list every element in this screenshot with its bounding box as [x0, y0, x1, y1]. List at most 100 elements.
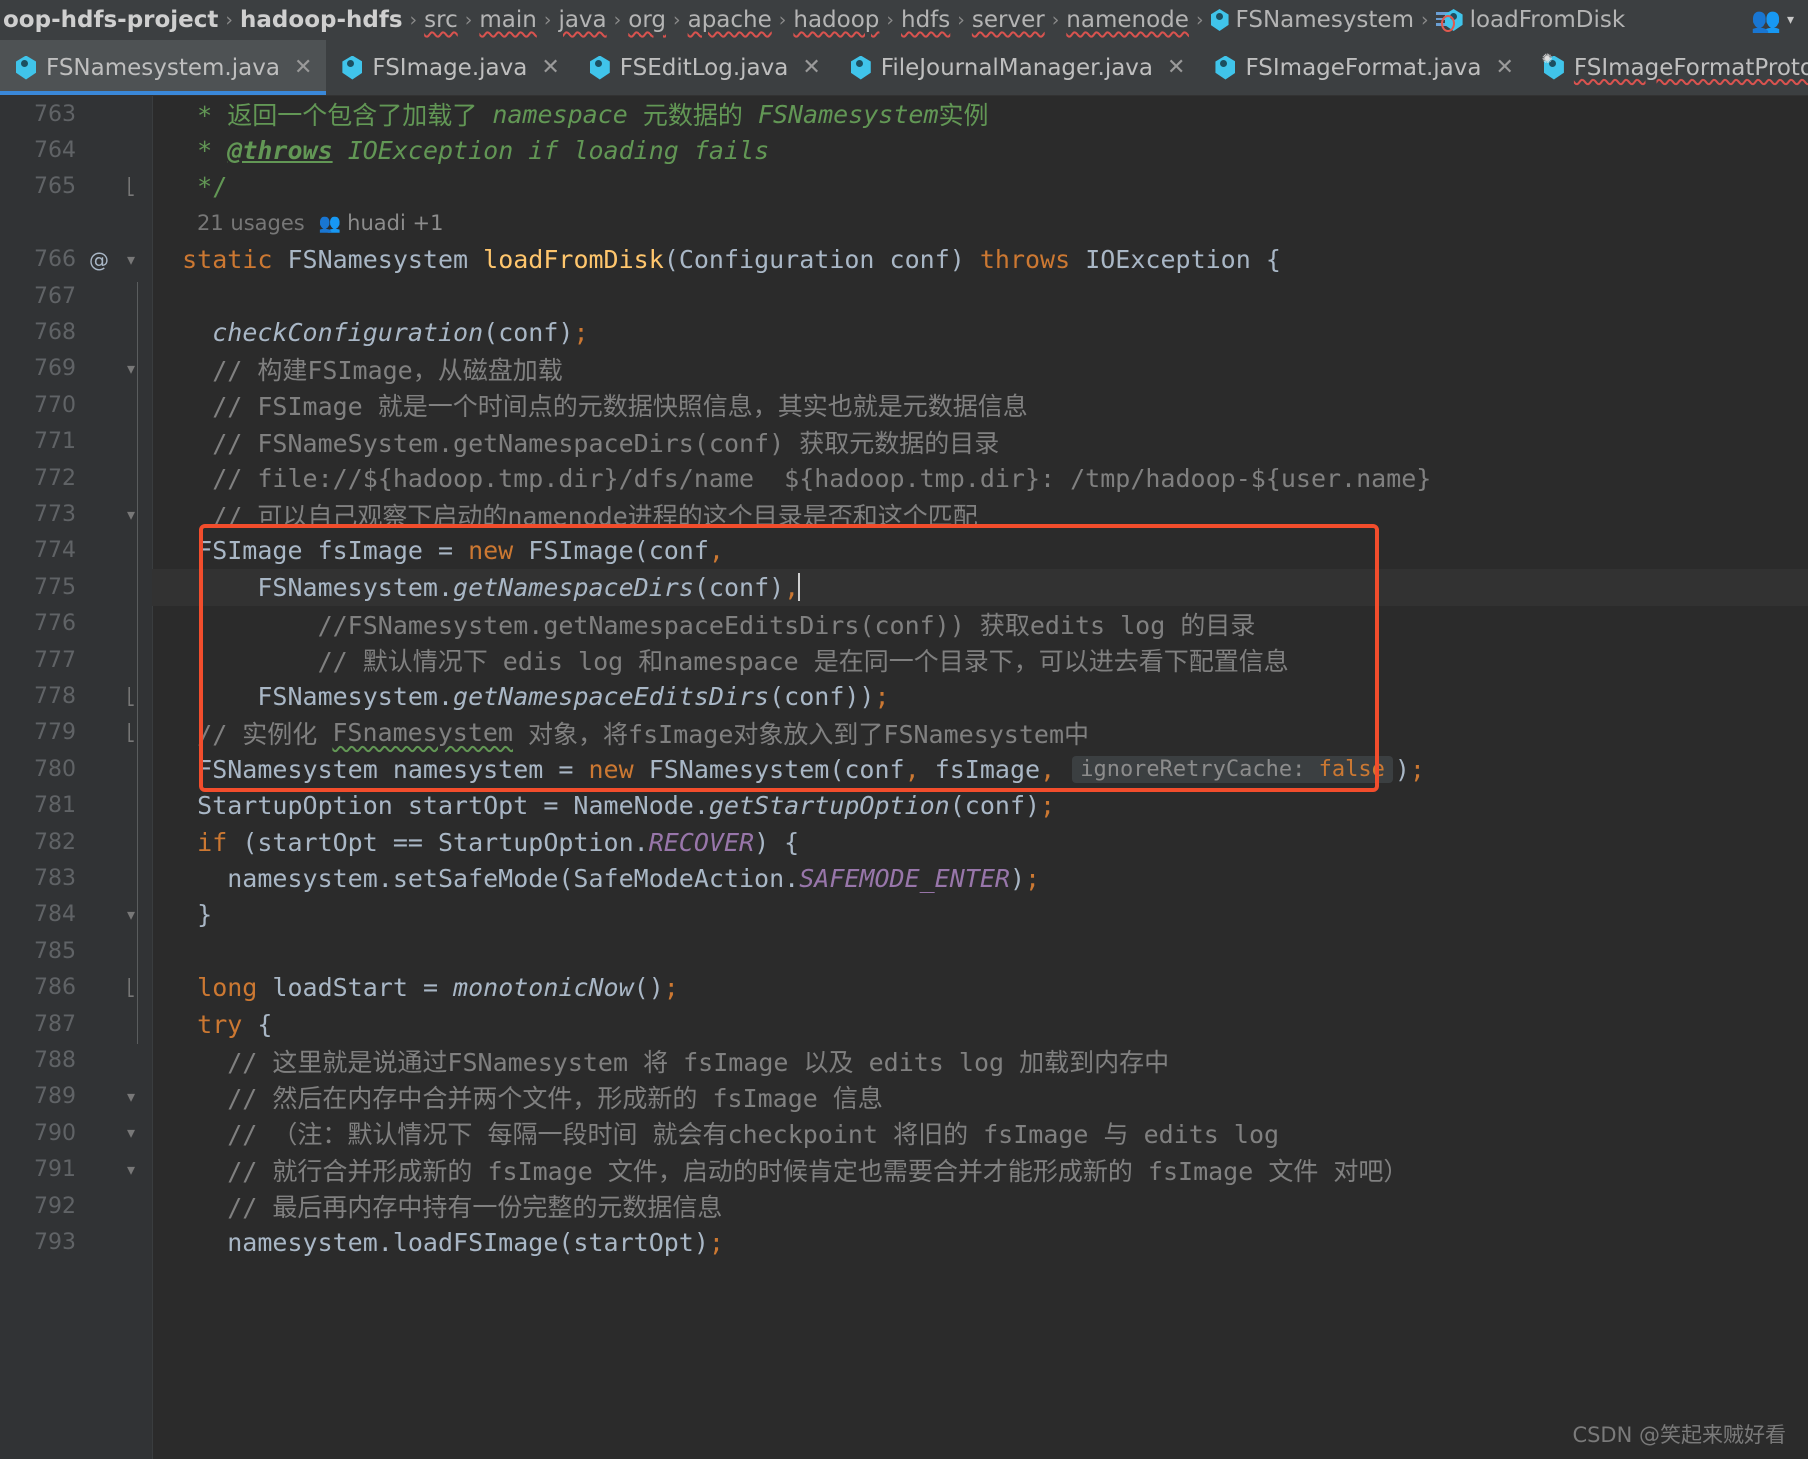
fold-end-icon[interactable]: ⎣ — [116, 688, 146, 705]
code-line[interactable]: FSImage fsImage = new FSImage(conf, — [152, 533, 1808, 569]
code-line[interactable]: // file://${hadoop.tmp.dir}/dfs/name ${h… — [152, 460, 1808, 496]
breadcrumb-item-org[interactable]: org — [625, 7, 669, 33]
code-line[interactable]: // 默认情况下 edis log 和namespace 是在同一个目录下，可以… — [152, 642, 1808, 678]
tab-filejournalmanager[interactable]: FileJournalManager.java ✕ — [835, 40, 1200, 95]
code-line[interactable]: FSNamesystem namesystem = new FSNamesyst… — [152, 751, 1808, 787]
code-line[interactable]: // 最后再内存中持有一份完整的元数据信息 — [152, 1188, 1808, 1224]
gutter-line: 793 — [0, 1224, 152, 1260]
code-line[interactable]: // 可以自己观察下启动的namenode进程的这个目录是否和这个匹配 — [152, 496, 1808, 532]
code-line[interactable]: FSNamesystem. getNamespaceEditsDirs (conf)… — [152, 678, 1808, 714]
java-class-icon-modified: ✺ — [1541, 51, 1564, 80]
fold-start-icon[interactable]: ▾ — [116, 906, 146, 923]
code-line[interactable] — [152, 278, 1808, 314]
code-line[interactable]: // 然后在内存中合并两个文件，形成新的 fsImage 信息 — [152, 1079, 1808, 1115]
method-icon — [1435, 9, 1464, 32]
tab-fsimageformatprotobuf[interactable]: ✺ FSImageFormatProtobuf.ja — [1528, 40, 1808, 95]
breadcrumb-item-hadoop[interactable]: hadoop — [790, 7, 882, 33]
tab-label: FileJournalManager.java — [880, 54, 1154, 81]
code-line[interactable]: checkConfiguration (conf); — [152, 314, 1808, 350]
code-line[interactable]: static FSNamesystem loadFromDisk (Configu… — [152, 242, 1808, 278]
close-icon[interactable]: ✕ — [1495, 55, 1513, 80]
close-icon[interactable]: ✕ — [802, 55, 820, 80]
code-line[interactable]: if (startOpt == StartupOption. RECOVER) { — [152, 824, 1808, 860]
code-line[interactable]: StartupOption startOpt = NameNode. getSta… — [152, 788, 1808, 824]
java-class-icon — [850, 55, 871, 80]
java-class-icon — [16, 55, 36, 80]
fold-start-icon[interactable]: ▾ — [116, 1088, 146, 1105]
gutter-line: 785 — [0, 933, 152, 969]
usages-count[interactable]: 21 usages — [197, 211, 305, 235]
tab-fsnamesystem[interactable]: FSNamesystem.java ✕ — [0, 40, 327, 95]
line-number: 773 — [34, 502, 76, 528]
close-icon[interactable]: ✕ — [294, 55, 312, 80]
gutter-line: 783 — [0, 860, 152, 896]
breadcrumb-item-namenode[interactable]: namenode — [1063, 7, 1192, 33]
fold-end-icon[interactable]: ⎣ — [116, 178, 146, 195]
breadcrumb-item-method[interactable]: loadFromDisk — [1433, 7, 1629, 33]
breadcrumb-item-main[interactable]: main — [476, 7, 539, 33]
breadcrumb-item-server[interactable]: server — [969, 7, 1048, 33]
code-line[interactable]: // FSNameSystem.getNamespaceDirs(conf) 获… — [152, 424, 1808, 460]
line-number: 780 — [34, 756, 76, 782]
gutter-line: 779 ⎣ — [0, 715, 152, 751]
breadcrumb-item-project[interactable]: oop-hdfs-project — [0, 7, 221, 33]
close-icon[interactable]: ✕ — [541, 55, 559, 80]
code-content[interactable]: * 返回一个包含了加载了 namespace 元数据的 FSNamesystem… — [152, 96, 1808, 1459]
code-line[interactable]: // （注：默认情况下 每隔一段时间 就会有checkpoint 将旧的 fsI… — [152, 1115, 1808, 1151]
breadcrumb-item-src[interactable]: src — [421, 7, 461, 33]
tab-fseditlog[interactable]: FSEditLog.java ✕ — [574, 40, 835, 95]
editor-gutter[interactable]: 763 764 765 ⎣ 766 @ ▾ 767 768 769 ▾ 770 771 … — [0, 96, 153, 1459]
author-badge[interactable]: 👥 huadi +1 — [319, 211, 444, 235]
collaborators-indicator[interactable]: 👥 ▾ — [1751, 8, 1800, 32]
line-number: 788 — [34, 1048, 76, 1074]
code-line[interactable]: // FSImage 就是一个时间点的元数据快照信息，其实也就是元数据信息 — [152, 387, 1808, 423]
breadcrumb-item-java[interactable]: java — [555, 7, 609, 33]
fold-start-icon[interactable]: ▾ — [116, 1161, 146, 1178]
code-line[interactable]: // 实例化 FSnamesystem 对象，将fsImage对象放入到了FSN… — [152, 715, 1808, 751]
code-line[interactable]: //FSNamesystem.getNamespaceEditsDirs(con… — [152, 606, 1808, 642]
typo-underline: FSnamesystem — [332, 718, 513, 748]
breadcrumb-separator: › — [409, 9, 418, 31]
code-line[interactable]: * 返回一个包含了加载了 namespace 元数据的 FSNamesystem… — [152, 96, 1808, 132]
fold-start-icon[interactable]: ▾ — [116, 1125, 146, 1141]
code-line[interactable]: // 就行合并形成新的 fsImage 文件，启动的时候肯定也需要合并才能形成新… — [152, 1152, 1808, 1188]
code-line[interactable]: */ — [152, 169, 1808, 205]
gutter-line: 766 @ ▾ — [0, 242, 152, 278]
tab-fsimageformat[interactable]: FSImageFormat.java ✕ — [1199, 40, 1527, 95]
code-line[interactable]: namesystem.loadFSImage(startOpt); — [152, 1224, 1808, 1260]
code-line[interactable]: long loadStart = monotonicNow(); — [152, 970, 1808, 1006]
gutter-line: 771 — [0, 424, 152, 460]
breadcrumb-item-class[interactable]: FSNamesystem — [1208, 7, 1417, 33]
snowflake-icon: ✺ — [1541, 51, 1553, 67]
breadcrumb-item-module[interactable]: hadoop-hdfs — [237, 7, 406, 33]
fold-start-icon[interactable]: ▾ — [116, 251, 146, 268]
code-line[interactable] — [152, 933, 1808, 969]
breadcrumb-separator: › — [957, 9, 965, 31]
parameter-hint[interactable]: ignoreRetryCache: false — [1072, 755, 1393, 783]
code-line-current[interactable]: FSNamesystem. getNamespaceDirs (conf), — [152, 569, 1808, 606]
code-line[interactable]: namesystem.setSafeMode(SafeModeAction. SA… — [152, 860, 1808, 896]
code-line[interactable]: try { — [152, 1006, 1808, 1042]
code-line[interactable]: // 构建FSImage，从磁盘加载 — [152, 351, 1808, 387]
usages-badge[interactable]: 21 usages 👥 huadi +1 — [197, 208, 443, 238]
parameter-hint-name: ignoreRetryCache: — [1080, 756, 1306, 782]
annotation-marker[interactable]: @ — [82, 248, 116, 272]
gutter-line: 769 ▾ — [0, 351, 152, 387]
fold-start-icon[interactable]: ▾ — [116, 360, 146, 377]
gutter-line: 777 — [0, 642, 152, 678]
fold-start-icon[interactable]: ▾ — [116, 506, 146, 523]
fold-end-icon[interactable]: ⎣ — [116, 724, 146, 741]
code-line[interactable]: * @throws IOException if loading fails — [152, 132, 1808, 168]
line-number: 791 — [34, 1157, 76, 1183]
code-editor[interactable]: 763 764 765 ⎣ 766 @ ▾ 767 768 769 ▾ 770 771 … — [0, 96, 1808, 1459]
close-icon[interactable]: ✕ — [1167, 55, 1185, 80]
code-line[interactable]: // 这里就是说通过FSNamesystem 将 fsImage 以及 edit… — [152, 1042, 1808, 1078]
line-number: 775 — [34, 574, 76, 600]
javadoc-tag[interactable]: @throws — [227, 136, 332, 165]
breadcrumb-item-hdfs[interactable]: hdfs — [898, 7, 953, 33]
code-line[interactable]: } — [152, 897, 1808, 933]
breadcrumb-item-apache[interactable]: apache — [685, 7, 775, 33]
fold-end-icon[interactable]: ⎣ — [116, 979, 146, 996]
gutter-line: 764 — [0, 132, 152, 168]
tab-fsimage[interactable]: FSImage.java ✕ — [326, 40, 573, 95]
